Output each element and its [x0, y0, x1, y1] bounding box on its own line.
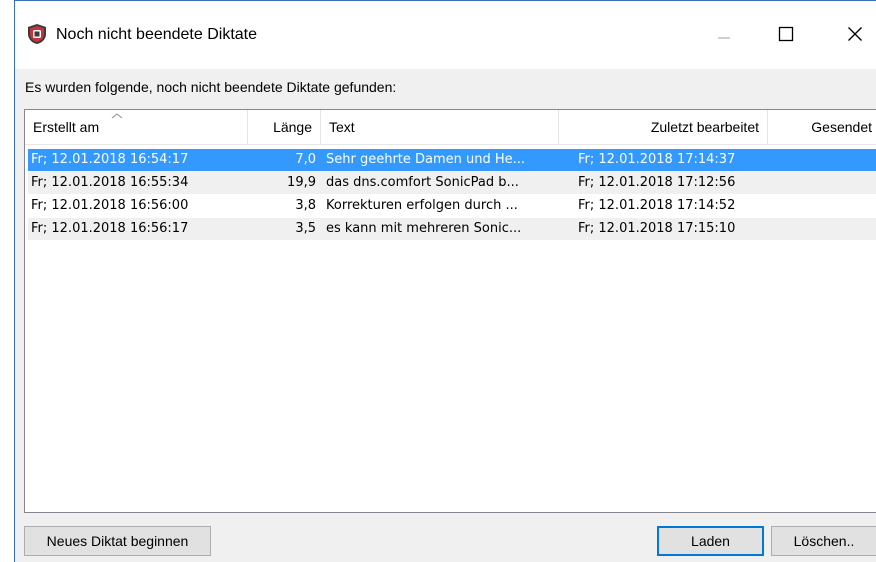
cell-erstellt: Fr; 12.01.2018 16:55:34: [31, 175, 189, 190]
table-row[interactable]: Fr; 12.01.2018 16:54:17 7,0 Sehr geehrte…: [28, 149, 876, 171]
column-header-laenge[interactable]: Länge: [248, 110, 320, 144]
cell-text: es kann mit mehreren Sonic...: [326, 221, 522, 236]
minimize-button[interactable]: [709, 21, 739, 47]
maximize-icon: [778, 26, 794, 42]
cell-gesendet: [788, 172, 876, 194]
cell-laenge: 3,5: [295, 221, 316, 236]
new-dictation-button[interactable]: Neues Diktat beginnen: [24, 526, 211, 556]
cell-zuletzt: Fr; 12.01.2018 17:12:56: [578, 175, 736, 190]
cell-gesendet: [788, 218, 876, 240]
column-header-gesendet[interactable]: Gesendet: [768, 110, 876, 144]
column-header-zuletzt[interactable]: Zuletzt bearbeitet: [559, 110, 767, 144]
prompt-text: Es wurden folgende, noch nicht beendete …: [25, 79, 397, 95]
close-button[interactable]: [840, 21, 870, 47]
cell-zuletzt: Fr; 12.01.2018 17:14:52: [578, 198, 736, 213]
minimize-icon: [718, 37, 730, 39]
maximize-button[interactable]: [771, 21, 801, 47]
column-header-erstellt[interactable]: Erstellt am: [33, 110, 247, 144]
cell-text: das dns.comfort SonicPad b...: [326, 175, 519, 190]
cell-zuletzt: Fr; 12.01.2018 17:14:37: [578, 152, 736, 167]
cell-laenge: 3,8: [295, 198, 316, 213]
dictation-list[interactable]: Erstellt am Länge Text Zuletzt bearbeite…: [24, 109, 876, 513]
cell-erstellt: Fr; 12.01.2018 16:54:17: [31, 152, 189, 167]
column-divider[interactable]: [320, 110, 321, 144]
cell-erstellt: Fr; 12.01.2018 16:56:00: [31, 198, 189, 213]
cell-gesendet: [788, 149, 876, 171]
cell-zuletzt: Fr; 12.01.2018 17:15:10: [578, 221, 736, 236]
cell-gesendet: [788, 195, 876, 217]
cell-erstellt: Fr; 12.01.2018 16:56:17: [31, 221, 189, 236]
shield-icon: [26, 23, 48, 45]
list-header: Erstellt am Länge Text Zuletzt bearbeite…: [25, 110, 876, 145]
table-row[interactable]: Fr; 12.01.2018 16:56:17 3,5 es kann mit …: [28, 218, 876, 240]
dialog-window: Noch nicht beendete Diktate Es wurden fo…: [14, 0, 876, 562]
title-bar[interactable]: Noch nicht beendete Diktate: [15, 1, 876, 69]
load-button[interactable]: Laden: [657, 526, 764, 556]
column-header-text[interactable]: Text: [329, 110, 557, 144]
table-row[interactable]: Fr; 12.01.2018 16:55:34 19,9 das dns.com…: [28, 172, 876, 194]
table-row[interactable]: Fr; 12.01.2018 16:56:00 3,8 Korrekturen …: [28, 195, 876, 217]
cell-text: Sehr geehrte Damen und He...: [326, 152, 526, 167]
window-title: Noch nicht beendete Diktate: [56, 26, 258, 43]
close-icon: [848, 27, 862, 41]
cell-laenge: 7,0: [295, 152, 316, 167]
cell-text: Korrekturen erfolgen durch ...: [326, 198, 518, 213]
delete-button[interactable]: Löschen..: [771, 526, 876, 556]
cell-laenge: 19,9: [287, 175, 316, 190]
